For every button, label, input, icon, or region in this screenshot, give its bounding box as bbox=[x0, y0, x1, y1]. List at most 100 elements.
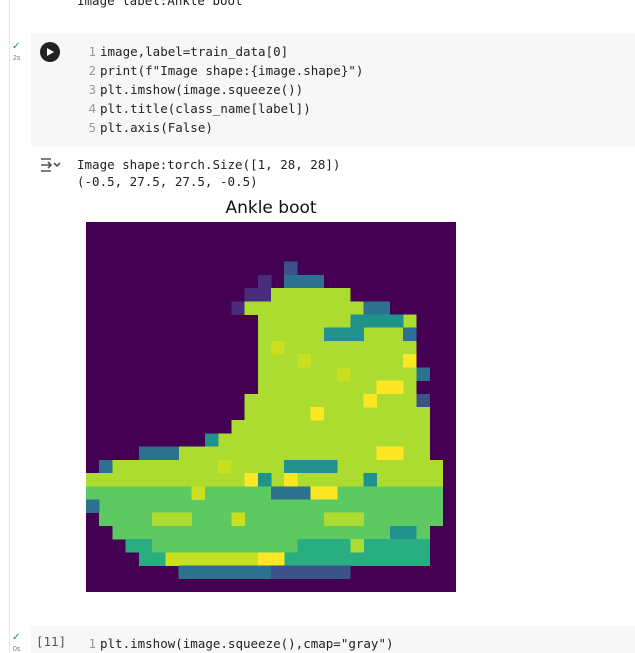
image-pixel bbox=[152, 525, 166, 540]
image-pixel bbox=[284, 512, 298, 527]
image-pixel bbox=[271, 539, 285, 553]
image-pixel bbox=[389, 380, 404, 395]
code-editor-2[interactable]: 1 plt.imshow(image.squeeze(),cmap="gray") bbox=[86, 634, 393, 653]
image-pixel bbox=[297, 407, 311, 421]
image-pixel bbox=[284, 539, 298, 553]
image-pixel bbox=[403, 393, 417, 408]
run-cell-button[interactable] bbox=[40, 42, 60, 62]
image-pixel bbox=[403, 473, 417, 487]
image-pixel bbox=[297, 314, 311, 328]
image-pixel bbox=[389, 327, 404, 342]
image-pixel bbox=[376, 367, 391, 381]
image-pixel bbox=[271, 407, 285, 421]
image-pixel bbox=[323, 340, 338, 355]
image-pixel bbox=[310, 539, 325, 553]
image-pixel bbox=[323, 565, 338, 580]
image-pixel bbox=[257, 314, 272, 328]
image-pixel bbox=[99, 486, 113, 500]
image-pixel bbox=[191, 473, 206, 487]
image-pixel bbox=[218, 486, 232, 500]
image-pixel bbox=[244, 459, 259, 474]
image-pixel bbox=[191, 525, 206, 540]
image-pixel bbox=[403, 354, 417, 368]
image-pixel bbox=[363, 446, 377, 461]
image-pixel bbox=[244, 288, 259, 302]
image-pixel bbox=[337, 354, 351, 368]
image-pixel bbox=[363, 539, 377, 553]
image-pixel bbox=[389, 473, 404, 487]
output-collapse-icon[interactable] bbox=[40, 156, 62, 174]
image-pixel bbox=[244, 499, 259, 513]
image-pixel bbox=[231, 525, 245, 540]
image-pixel bbox=[204, 512, 219, 527]
image-pixel bbox=[337, 393, 351, 408]
image-pixel bbox=[284, 261, 298, 276]
image-pixel bbox=[429, 499, 444, 513]
image-pixel bbox=[271, 446, 285, 461]
image-pixel bbox=[284, 407, 298, 421]
image-pixel bbox=[231, 499, 245, 513]
image-pixel bbox=[376, 433, 391, 447]
image-pixel bbox=[204, 539, 219, 553]
image-pixel bbox=[165, 552, 179, 566]
image-pixel bbox=[363, 301, 377, 315]
image-pixel bbox=[218, 552, 232, 566]
output-line: Image shape:torch.Size([1, 28, 28]) bbox=[77, 157, 341, 172]
image-pixel bbox=[310, 301, 325, 315]
image-pixel bbox=[403, 499, 417, 513]
image-pixel bbox=[363, 354, 377, 368]
image-pixel bbox=[152, 486, 166, 500]
image-pixel bbox=[191, 486, 206, 500]
image-pixel bbox=[389, 459, 404, 474]
image-pixel bbox=[310, 380, 325, 395]
image-pixel bbox=[112, 499, 126, 513]
code-text: plt.title(class_name[label]) bbox=[100, 101, 311, 116]
image-pixel bbox=[138, 473, 153, 487]
image-pixel bbox=[350, 539, 364, 553]
image-pixel bbox=[297, 367, 311, 381]
image-pixel bbox=[99, 473, 113, 487]
code-line: 4 plt.title(class_name[label]) bbox=[88, 101, 311, 116]
image-pixel bbox=[218, 565, 232, 580]
image-pixel bbox=[429, 486, 444, 500]
image-pixel bbox=[257, 433, 272, 447]
image-pixel bbox=[310, 525, 325, 540]
image-pixel bbox=[271, 499, 285, 513]
image-pixel bbox=[403, 525, 417, 540]
image-pixel bbox=[257, 327, 272, 342]
image-pixel bbox=[310, 420, 325, 434]
image-pixel bbox=[284, 367, 298, 381]
image-pixel bbox=[350, 340, 364, 355]
code-text: print(f"Image shape:{image.shape}") bbox=[100, 63, 364, 78]
image-pixel bbox=[218, 525, 232, 540]
image-pixel bbox=[257, 340, 272, 355]
image-pixel bbox=[138, 459, 153, 474]
image-pixel bbox=[231, 552, 245, 566]
image-pixel bbox=[363, 393, 377, 408]
image-pixel bbox=[204, 459, 219, 474]
image-pixel bbox=[350, 407, 364, 421]
image-pixel bbox=[244, 565, 259, 580]
image-pixel bbox=[350, 499, 364, 513]
image-pixel bbox=[152, 512, 166, 527]
image-pixel bbox=[363, 433, 377, 447]
image-pixel bbox=[86, 473, 100, 487]
image-pixel bbox=[363, 525, 377, 540]
image-pixel bbox=[165, 499, 179, 513]
image-pixel bbox=[297, 354, 311, 368]
image-pixel bbox=[416, 525, 430, 540]
image-pixel bbox=[310, 327, 325, 342]
image-pixel bbox=[337, 512, 351, 527]
image-pixel bbox=[337, 446, 351, 461]
image-pixel bbox=[337, 433, 351, 447]
image-pixel bbox=[363, 473, 377, 487]
image-pixel bbox=[284, 380, 298, 395]
code-editor-1[interactable]: 1 image,label=train_data[0] 2 print(f"Imag… bbox=[86, 42, 363, 137]
image-pixel bbox=[112, 525, 126, 540]
image-pixel bbox=[218, 539, 232, 553]
image-pixel bbox=[178, 459, 192, 474]
image-pixel bbox=[297, 446, 311, 461]
image-pixel bbox=[284, 340, 298, 355]
image-pixel bbox=[204, 565, 219, 580]
image-pixel bbox=[337, 314, 351, 328]
